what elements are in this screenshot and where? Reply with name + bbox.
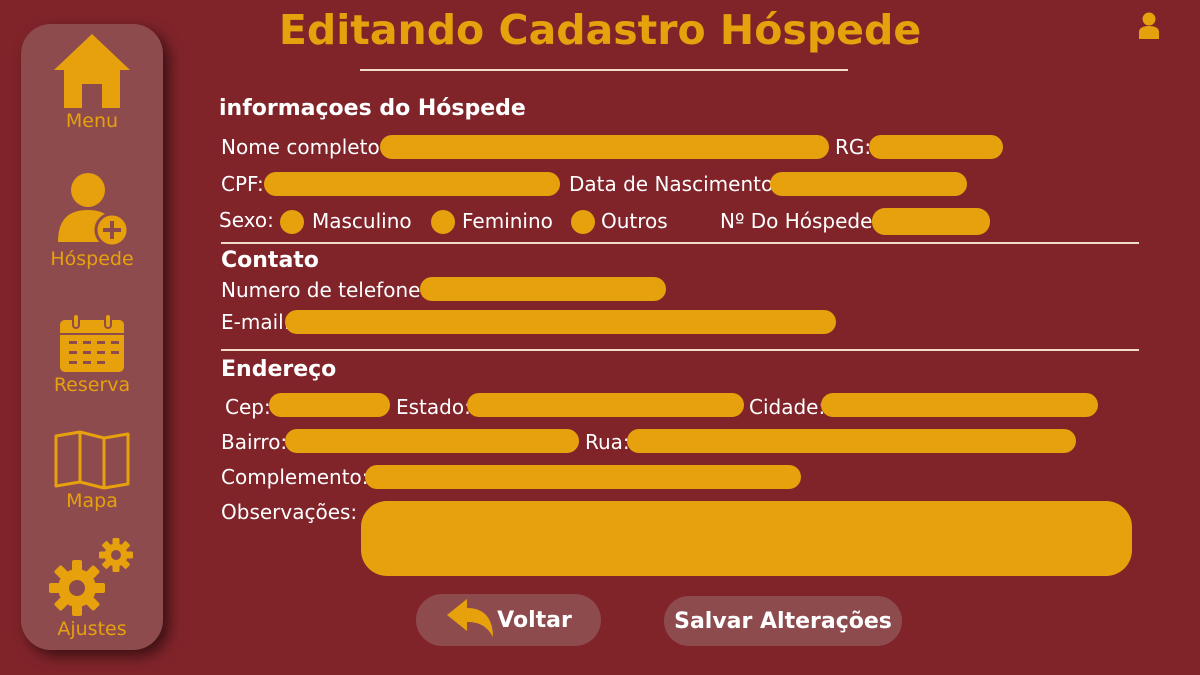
email-label: E-mail: (221, 310, 291, 334)
district-label: Bairro: (221, 430, 288, 454)
radio-label-feminino: Feminino (462, 209, 553, 233)
phone-input[interactable] (420, 277, 666, 301)
save-button[interactable]: Salvar Alterações (664, 596, 902, 646)
notes-textarea[interactable] (361, 501, 1132, 576)
radio-feminino[interactable] (431, 210, 455, 234)
sidebar-item-mapa[interactable]: Mapa (21, 430, 163, 512)
sidebar: Menu Hóspede Reserva Mapa Ajustes (21, 24, 163, 650)
street-label: Rua: (585, 430, 630, 454)
radio-label-masculino: Masculino (312, 209, 412, 233)
cpf-input[interactable] (264, 172, 560, 196)
rg-label: RG: (835, 135, 872, 159)
sidebar-item-menu[interactable]: Menu (21, 32, 163, 132)
sidebar-item-hospede[interactable]: Hóspede (21, 170, 163, 270)
birth-date-input[interactable] (770, 172, 967, 196)
rg-input[interactable] (869, 135, 1003, 159)
divider (221, 349, 1139, 351)
cpf-label: CPF: (221, 172, 264, 196)
user-icon[interactable] (1138, 12, 1160, 45)
state-label: Estado: (396, 395, 471, 419)
sidebar-item-label: Ajustes (57, 618, 127, 640)
contact-title: Contato (221, 248, 319, 273)
save-button-label: Salvar Alterações (674, 608, 892, 634)
back-arrow-icon (447, 599, 494, 637)
calendar-icon (60, 313, 124, 372)
cep-label: Cep: (225, 395, 271, 419)
phone-label: Numero de telefone: (221, 278, 428, 302)
birth-date-label: Data de Nascimento: (569, 172, 780, 196)
email-input[interactable] (285, 310, 836, 334)
full-name-input[interactable] (380, 135, 829, 159)
divider (221, 242, 1139, 244)
map-icon (54, 430, 130, 490)
guest-number-input[interactable] (872, 208, 990, 235)
guest-number-label: Nº Do Hóspede: (720, 209, 880, 233)
radio-masculino[interactable] (280, 210, 304, 234)
address-title: Endereço (221, 357, 337, 382)
page-title: Editando Cadastro Hóspede (278, 6, 922, 54)
street-input[interactable] (627, 429, 1076, 453)
title-underline (360, 69, 848, 71)
cep-input[interactable] (269, 393, 390, 417)
sidebar-item-label: Menu (65, 110, 119, 132)
state-input[interactable] (467, 393, 744, 417)
notes-label: Observações: (221, 500, 358, 524)
city-label: Cidade: (749, 395, 826, 419)
complement-input[interactable] (365, 465, 801, 489)
add-user-icon (58, 173, 130, 248)
sidebar-item-ajustes[interactable]: Ajustes (21, 536, 163, 640)
guest-info-title: informaçoes do Hóspede (219, 96, 526, 121)
sidebar-item-label: Reserva (53, 374, 131, 396)
sidebar-item-reserva[interactable]: Reserva (21, 312, 163, 396)
gears-icon (49, 538, 133, 616)
sex-label: Sexo: (219, 208, 274, 232)
sidebar-item-label: Mapa (66, 490, 118, 512)
back-button-label: Voltar (497, 607, 572, 633)
back-button[interactable]: Voltar (416, 594, 601, 646)
city-input[interactable] (821, 393, 1098, 417)
radio-label-outros: Outros (601, 209, 668, 233)
radio-outros[interactable] (571, 210, 595, 234)
full-name-label: Nome completo: (221, 135, 387, 159)
complement-label: Complemento: (221, 465, 369, 489)
sidebar-item-label: Hóspede (50, 248, 134, 270)
home-icon (54, 34, 130, 108)
district-input[interactable] (285, 429, 579, 453)
